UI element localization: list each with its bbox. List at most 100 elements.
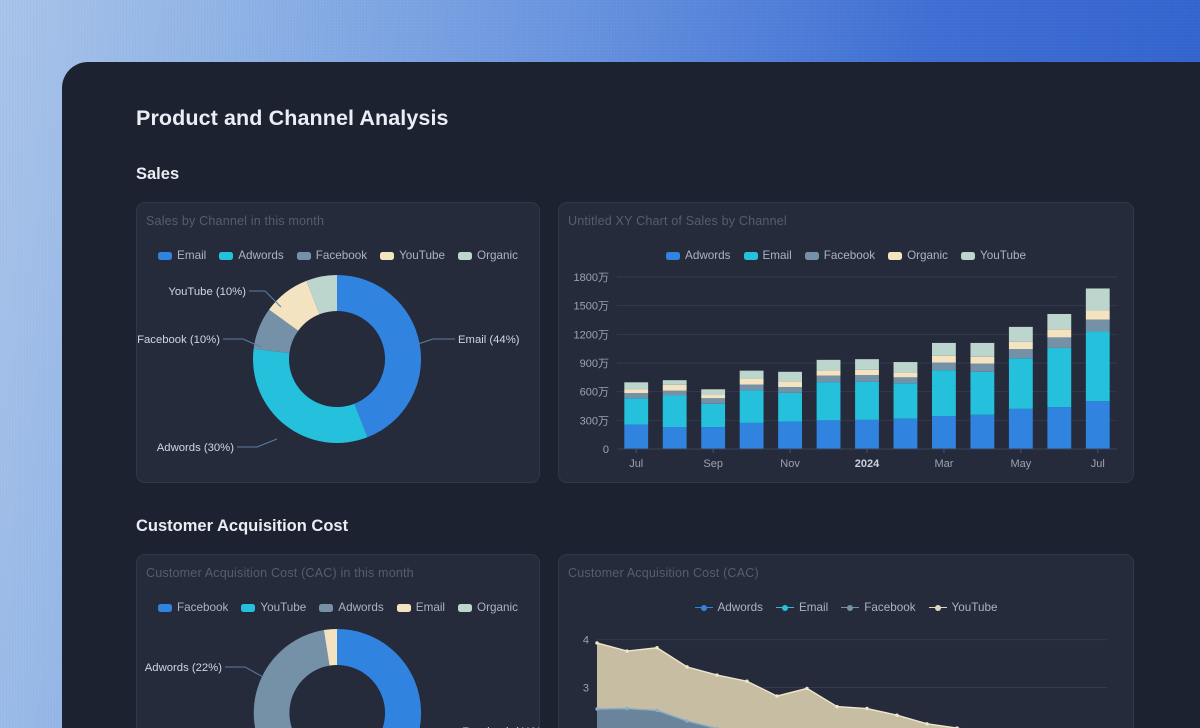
bar-segment-adwords[interactable] (893, 418, 918, 449)
bar-segment-adwords[interactable] (778, 421, 802, 449)
card-sales-by-channel[interactable]: Sales by Channel in this month Email Adwo… (136, 202, 540, 483)
bar-segment-facebook[interactable] (816, 375, 841, 383)
bar-segment-email[interactable] (1085, 331, 1110, 402)
bar-segment-youtube[interactable] (662, 380, 687, 385)
bar-segment-email[interactable] (816, 382, 841, 421)
slice-facebook[interactable] (337, 629, 422, 728)
point-facebook[interactable] (655, 708, 659, 713)
legend-item-facebook[interactable]: Facebook (158, 601, 228, 614)
bar-segment-facebook[interactable] (1085, 319, 1110, 332)
bar-segment-youtube[interactable] (816, 359, 841, 371)
legend-item-organic[interactable]: Organic (888, 249, 948, 262)
bar-segment-email[interactable] (624, 398, 649, 425)
point-youtube[interactable] (805, 686, 809, 691)
bar-segment-organic[interactable] (701, 395, 726, 399)
bar-segment-organic[interactable] (778, 381, 802, 388)
bar-segment-organic[interactable] (893, 372, 918, 378)
card-sales-bars[interactable]: Untitled XY Chart of Sales by Channel Ad… (558, 202, 1134, 483)
bar-segment-youtube[interactable] (1008, 326, 1033, 342)
point-youtube[interactable] (685, 665, 689, 669)
bar-segment-email[interactable] (739, 390, 764, 423)
bar-segment-facebook[interactable] (624, 393, 649, 399)
bar-segment-organic[interactable] (970, 356, 995, 364)
bar-segment-email[interactable] (970, 371, 995, 415)
legend-item-adwords[interactable]: Adwords (319, 601, 384, 614)
bar-segment-adwords[interactable] (1085, 401, 1110, 449)
legend-item-organic[interactable]: Organic (458, 601, 518, 614)
point-facebook[interactable] (595, 707, 599, 711)
bar-segment-organic[interactable] (932, 355, 956, 363)
bar-segment-youtube[interactable] (701, 389, 726, 396)
bar-segment-facebook[interactable] (778, 387, 802, 393)
bar-segment-youtube[interactable] (855, 359, 879, 370)
bar-segment-adwords[interactable] (701, 427, 726, 449)
bar-segment-organic[interactable] (855, 369, 879, 376)
legend-item-email[interactable]: Email (743, 249, 792, 262)
bar-segment-facebook[interactable] (701, 398, 726, 404)
legend-item-youtube[interactable]: YouTube (380, 249, 445, 262)
legend-item-facebook[interactable]: Facebook (841, 601, 916, 614)
bar-segment-youtube[interactable] (1047, 313, 1072, 330)
legend-item-organic[interactable]: Organic (458, 249, 518, 262)
legend-item-adwords[interactable]: Adwords (219, 249, 284, 262)
point-youtube[interactable] (835, 704, 839, 709)
point-youtube[interactable] (745, 679, 749, 683)
point-youtube[interactable] (595, 641, 599, 645)
bar-segment-facebook[interactable] (855, 375, 879, 382)
bar-segment-facebook[interactable] (970, 363, 995, 372)
bar-segment-organic[interactable] (662, 384, 687, 391)
legend-item-adwords[interactable]: Adwords (666, 249, 731, 262)
point-youtube[interactable] (655, 646, 659, 650)
bar-segment-adwords[interactable] (739, 422, 764, 449)
bar-segment-email[interactable] (662, 395, 687, 428)
bar-segment-organic[interactable] (739, 378, 764, 385)
legend-item-email[interactable]: Email (396, 601, 445, 614)
bar-segment-youtube[interactable] (932, 342, 956, 356)
point-youtube[interactable] (925, 722, 929, 726)
area-youtube[interactable] (597, 642, 1107, 728)
legend-item-youtube[interactable]: YouTube (928, 601, 997, 614)
bar-segment-adwords[interactable] (1008, 408, 1033, 449)
bar-segment-email[interactable] (701, 403, 726, 428)
card-cac-by-channel[interactable]: Customer Acquisition Cost (CAC) in this … (136, 554, 541, 728)
point-youtube[interactable] (895, 713, 899, 717)
bar-segment-organic[interactable] (1047, 329, 1072, 338)
legend-item-youtube[interactable]: YouTube (961, 249, 1026, 262)
card-cac-area[interactable]: Customer Acquisition Cost (CAC) Adwords E… (558, 554, 1134, 728)
bar-segment-facebook[interactable] (932, 362, 956, 371)
legend-item-email[interactable]: Email (158, 249, 206, 262)
bar-segment-adwords[interactable] (855, 419, 879, 449)
bar-segment-facebook[interactable] (893, 377, 918, 384)
legend-item-facebook[interactable]: Facebook (804, 249, 875, 262)
bar-segment-adwords[interactable] (816, 420, 841, 449)
bar-segment-youtube[interactable] (1085, 288, 1110, 311)
bar-segment-youtube[interactable] (624, 382, 649, 390)
bar-segment-organic[interactable] (1008, 341, 1033, 350)
legend-item-email[interactable]: Email (775, 601, 828, 614)
bar-segment-email[interactable] (893, 383, 918, 419)
legend-item-adwords[interactable]: Adwords (694, 601, 763, 614)
bar-segment-facebook[interactable] (1047, 337, 1072, 348)
bar-segment-youtube[interactable] (893, 362, 918, 373)
bar-segment-youtube[interactable] (778, 371, 802, 382)
bar-segment-email[interactable] (932, 370, 956, 417)
bar-segment-email[interactable] (778, 392, 802, 422)
slice-adwords[interactable] (253, 348, 368, 444)
bar-segment-adwords[interactable] (624, 424, 649, 449)
legend-item-facebook[interactable]: Facebook (296, 249, 367, 262)
bar-segment-email[interactable] (855, 381, 879, 420)
bar-segment-facebook[interactable] (739, 384, 764, 391)
bar-segment-organic[interactable] (624, 389, 649, 394)
point-youtube[interactable] (625, 649, 629, 653)
bar-segment-organic[interactable] (816, 370, 841, 376)
bar-segment-youtube[interactable] (970, 342, 995, 357)
point-youtube[interactable] (775, 694, 779, 698)
point-facebook[interactable] (685, 719, 689, 723)
point-facebook[interactable] (625, 706, 629, 711)
bar-segment-organic[interactable] (1085, 310, 1110, 320)
slice-adwords[interactable] (253, 630, 330, 728)
bar-segment-adwords[interactable] (1047, 407, 1072, 449)
bar-segment-email[interactable] (1008, 358, 1033, 409)
bar-segment-email[interactable] (1047, 347, 1072, 408)
bar-segment-youtube[interactable] (739, 370, 764, 379)
